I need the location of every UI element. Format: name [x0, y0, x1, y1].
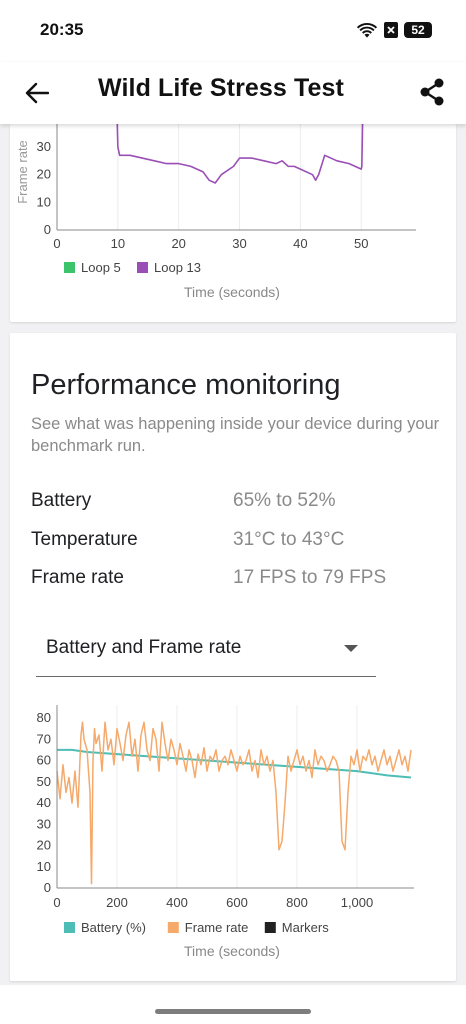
app-bar: Wild Life Stress Test [0, 62, 466, 124]
battery-level: 52 [411, 23, 425, 37]
stat-row-temperature: Temperature 31°C to 43°C [31, 529, 441, 555]
y-tick-label: 20 [37, 167, 51, 182]
stat-row-battery: Battery 65% to 52% [31, 490, 441, 516]
dropdown-selected-value: Battery and Frame rate [46, 637, 242, 658]
y-tick-label: 10 [37, 859, 51, 874]
x-axis-label: Time (seconds) [184, 943, 280, 959]
x-tick-label: 400 [166, 895, 188, 910]
y-tick-label: 30 [37, 816, 51, 831]
legend-swatch [264, 922, 276, 933]
stat-row-frame-rate: Frame rate 17 FPS to 79 FPS [31, 567, 441, 593]
performance-description: See what was happening inside your devic… [31, 415, 440, 455]
stat-label: Battery [31, 490, 92, 511]
share-button[interactable] [414, 74, 450, 110]
legend-swatch [64, 922, 75, 933]
x-tick-label: 200 [106, 895, 128, 910]
x-tick-label: 50 [354, 236, 368, 251]
x-tick-label: 1,000 [341, 895, 374, 910]
home-gesture-handle[interactable] [155, 1009, 311, 1014]
legend-swatch [137, 262, 148, 273]
y-tick-label: 70 [37, 731, 51, 746]
stat-value: 65% to 52% [233, 490, 336, 511]
legend-label: Battery (%) [81, 920, 146, 935]
loop-frame-rate-chart: 0102030405001020304050 Frame rate Loop 5… [15, 52, 416, 300]
legend-label: Markers [282, 920, 329, 935]
legend-swatch [64, 262, 75, 273]
x-tick-label: 40 [293, 236, 307, 251]
back-button[interactable] [20, 76, 54, 110]
y-tick-label: 80 [37, 710, 51, 725]
y-tick-label: 10 [37, 194, 51, 209]
stat-label: Frame rate [31, 567, 124, 588]
y-tick-label: 40 [37, 124, 51, 126]
series-line-frame-rate [56, 721, 412, 885]
x-tick-label: 10 [111, 236, 125, 251]
y-axis-label: Frame rate [15, 140, 30, 204]
status-icons: 52 [356, 21, 432, 39]
x-tick-label: 0 [53, 236, 60, 251]
page-title: Wild Life Stress Test [98, 74, 344, 102]
legend-swatch [167, 922, 179, 933]
performance-card: Performance monitoring See what was happ… [10, 333, 456, 981]
y-tick-label: 20 [37, 838, 51, 853]
x-tick-label: 800 [286, 895, 308, 910]
legend-label: Loop 5 [81, 260, 121, 275]
wifi-icon [356, 22, 378, 38]
arrow-left-icon [25, 82, 49, 104]
caret-down-icon [344, 645, 358, 652]
y-tick-label: 0 [44, 880, 51, 895]
stat-label: Temperature [31, 529, 138, 550]
battery-frame-rate-chart: 0 200 400 600 800 1,000 0 10 20 30 40 50 60 70 80 Batt… [37, 705, 414, 959]
y-tick-label: 50 [37, 774, 51, 789]
stat-value: 17 FPS to 79 FPS [233, 567, 387, 588]
status-bar: 20:35 52 [0, 0, 466, 62]
legend-label: Loop 13 [154, 260, 201, 275]
x-axis-label: Time (seconds) [184, 284, 280, 300]
loop-chart-card: 0102030405001020304050 Frame rate Loop 5… [10, 52, 456, 322]
y-tick-label: 0 [44, 222, 51, 237]
x-tick-label: 20 [171, 236, 185, 251]
stat-value: 31°C to 43°C [233, 529, 345, 550]
battery-icon: 52 [404, 22, 432, 38]
performance-title: Performance monitoring [31, 369, 341, 401]
navigation-bar [0, 985, 466, 1024]
series-line-loop-13 [56, 58, 365, 184]
y-tick-label: 40 [37, 795, 51, 810]
y-tick-label: 60 [37, 753, 51, 768]
y-tick-label: 30 [37, 139, 51, 154]
chart-type-dropdown[interactable]: Battery and Frame rate [36, 623, 376, 677]
notification-x-icon [384, 22, 398, 38]
legend-label: Frame rate [185, 920, 249, 935]
x-tick-label: 0 [53, 895, 60, 910]
status-time: 20:35 [40, 20, 84, 39]
x-tick-label: 30 [232, 236, 246, 251]
share-icon [420, 78, 444, 106]
x-tick-label: 600 [226, 895, 248, 910]
